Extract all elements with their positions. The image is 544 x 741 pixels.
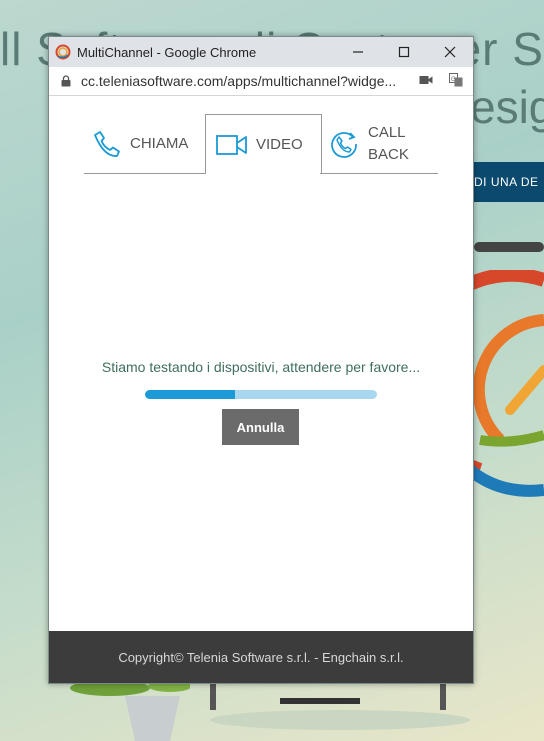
close-icon [444, 46, 456, 58]
phone-icon [94, 130, 120, 157]
tab-video[interactable]: VIDEO [205, 114, 322, 174]
device-test-progress-bar [145, 390, 377, 399]
multichannel-app-icon [55, 44, 71, 60]
tab-callback-label: CALL BACK [368, 123, 409, 163]
window-title: MultiChannel - Google Chrome [77, 44, 257, 60]
widget-content: CHIAMA VIDEO CALL BACK Stiamo testando i… [49, 97, 473, 631]
url-text[interactable]: cc.teleniasoftware.com/apps/multichannel… [81, 73, 401, 89]
background-plant [70, 680, 190, 741]
close-button[interactable] [427, 37, 473, 67]
background-desk [210, 680, 470, 730]
title-bar[interactable]: MultiChannel - Google Chrome [49, 37, 473, 67]
channel-tabs: CHIAMA VIDEO CALL BACK [84, 114, 438, 174]
svg-text:G: G [451, 77, 456, 83]
minimize-icon [353, 51, 363, 53]
callback-phone-icon [331, 131, 357, 158]
progress-fill [145, 390, 236, 399]
background-banner[interactable]: DI UNA DE [466, 162, 544, 202]
tab-chiama-label: CHIAMA [130, 135, 189, 152]
tab-callback[interactable]: CALL BACK [320, 114, 438, 174]
lock-icon[interactable] [61, 75, 71, 87]
tab-chiama[interactable]: CHIAMA [84, 114, 205, 174]
status-message: Stiamo testando i dispositivi, attendere… [101, 359, 421, 375]
video-camera-icon [216, 134, 247, 155]
address-bar[interactable]: cc.teleniasoftware.com/apps/multichannel… [49, 67, 473, 96]
copyright-footer: Copyright© Telenia Software s.r.l. - Eng… [49, 631, 473, 683]
tab-video-label: VIDEO [256, 136, 303, 153]
copyright-text: Copyright© Telenia Software s.r.l. - Eng… [118, 649, 404, 665]
translate-icon[interactable]: G [449, 73, 463, 87]
chrome-popup-window: MultiChannel - Google Chrome cc.telenias… [48, 36, 474, 684]
cancel-button[interactable]: Annulla [222, 409, 299, 445]
maximize-button[interactable] [381, 37, 427, 67]
background-bar [474, 242, 544, 252]
maximize-icon [398, 46, 410, 58]
minimize-button[interactable] [335, 37, 381, 67]
background-headline-2: esig [470, 81, 544, 133]
camera-indicator-icon[interactable] [419, 73, 433, 87]
